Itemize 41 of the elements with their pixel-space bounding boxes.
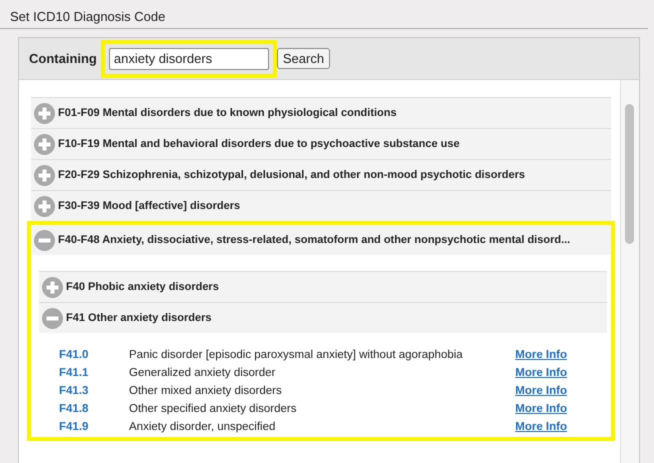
category-label: F01-F09 Mental disorders due to known physiological conditions: [58, 107, 397, 119]
more-info-link[interactable]: More Info: [515, 403, 567, 415]
subcategory-row[interactable]: F40 Phobic anxiety disorders: [39, 271, 607, 302]
category-row[interactable]: F40-F48 Anxiety, dissociative, stress-related, somatoform and other nonpsychotic mental disord...: [31, 225, 611, 255]
category-row[interactable]: F10-F19 Mental and behavioral disorders due to psychoactive substance use: [31, 128, 611, 159]
diagnosis-description: Anxiety disorder, unspecified: [129, 421, 276, 433]
category-row[interactable]: F30-F39 Mood [affective] disorders: [31, 190, 611, 221]
plus-circle-icon[interactable]: [42, 276, 63, 298]
more-info-link[interactable]: More Info: [515, 421, 567, 433]
diagnosis-description: Other specified anxiety disorders: [129, 403, 298, 415]
diagnosis-code: F41.8: [59, 403, 90, 415]
diagnosis-description: Other mixed anxiety disorders: [129, 385, 283, 397]
category-label: F20-F29 Schizophrenia, schizotypal, delusional, and other non-mood psychotic disorders: [58, 169, 525, 181]
search-field[interactable]: anxiety disorders: [108, 48, 269, 70]
plus-circle-icon[interactable]: [34, 164, 55, 186]
subcategory-row[interactable]: F41 Other anxiety disorders: [39, 302, 607, 333]
dialog-title: Set ICD10 Diagnosis Code: [0, 0, 648, 29]
minus-circle-icon[interactable]: [34, 230, 55, 250]
category-row[interactable]: F01-F09 Mental disorders due to known physiological conditions: [31, 97, 611, 128]
plus-circle-icon[interactable]: [34, 196, 55, 216]
category-label: F40-F48 Anxiety, dissociative, stress-related, somatoform and other nonpsychotic mental disord...: [58, 234, 570, 246]
more-info-link[interactable]: More Info: [515, 367, 567, 379]
diagnosis-description: Generalized anxiety disorder: [129, 367, 276, 379]
category-label: F30-F39 Mood [affective] disorders: [58, 200, 240, 212]
more-info-link[interactable]: More Info: [515, 349, 567, 361]
search-button[interactable]: Search: [276, 48, 330, 69]
search-label: Containing: [29, 51, 97, 66]
diagnosis-code: F41.0: [59, 349, 90, 361]
scrollbar[interactable]: [620, 80, 639, 463]
diagnosis-code: F41.9: [59, 421, 90, 433]
diagnosis-code: F41.3: [59, 385, 90, 397]
diagnosis-code: F41.1: [59, 367, 90, 379]
category-row[interactable]: F20-F29 Schizophrenia, schizotypal, delusional, and other non-mood psychotic disorders: [31, 159, 611, 190]
plus-circle-icon[interactable]: [34, 102, 55, 124]
minus-circle-icon[interactable]: [42, 308, 63, 328]
category-label: F10-F19 Mental and behavioral disorders due to psychoactive substance use: [58, 138, 460, 150]
more-info-link[interactable]: More Info: [515, 385, 567, 397]
subcategory-label: F40 Phobic anxiety disorders: [66, 281, 219, 293]
subcategory-label: F41 Other anxiety disorders: [66, 312, 212, 324]
plus-circle-icon[interactable]: [34, 134, 55, 154]
diagnosis-description: Panic disorder [episodic paroxysmal anxiety] without agoraphobia: [129, 349, 464, 361]
